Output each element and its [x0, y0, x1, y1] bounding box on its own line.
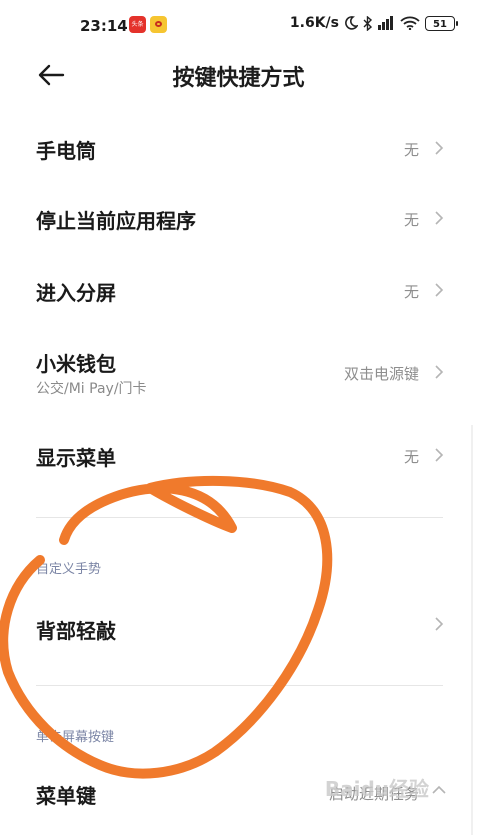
row-value: 无 — [403, 141, 419, 159]
row-value: 无 — [403, 211, 419, 229]
section-header-custom-gesture: 自定义手势 — [36, 562, 102, 577]
bluetooth-icon — [363, 15, 372, 31]
news-app-notification-icon: 头条 — [129, 16, 146, 33]
setting-row-stop-app[interactable]: 停止当前应用程序 无 — [0, 190, 477, 246]
chevron-right-icon — [435, 448, 444, 462]
battery-icon: 51 — [425, 15, 458, 31]
weibo-notification-icon — [150, 16, 167, 33]
row-label: 显示菜单 — [36, 446, 116, 470]
setting-row-show-menu[interactable]: 显示菜单 无 — [0, 427, 477, 483]
status-bar: 23:14 头条 1.6K/s 51 — [0, 0, 477, 52]
title-bar: 按键快捷方式 — [0, 52, 477, 96]
chevron-right-icon — [435, 211, 444, 225]
row-label: 进入分屏 — [36, 281, 116, 305]
network-speed: 1.6K/s — [289, 15, 339, 31]
setting-row-flashlight[interactable]: 手电筒 无 — [0, 120, 477, 176]
section-header-screen-keys: 单击屏幕按键 — [36, 730, 115, 745]
chevron-right-icon — [435, 141, 444, 155]
status-time: 23:14 — [80, 17, 128, 35]
row-label: 背部轻敲 — [36, 619, 116, 643]
row-value: 双击电源键 — [343, 365, 419, 383]
row-label: 小米钱包 — [36, 352, 116, 376]
setting-row-mi-wallet[interactable]: 小米钱包 公交/Mi Pay/门卡 双击电源键 — [0, 338, 477, 408]
setting-row-back-tap[interactable]: 背部轻敲 — [0, 600, 477, 656]
page-title: 按键快捷方式 — [172, 66, 305, 91]
signal-icon — [378, 16, 393, 30]
divider — [36, 517, 443, 518]
row-value: 无 — [403, 283, 419, 301]
setting-row-split-screen[interactable]: 进入分屏 无 — [0, 262, 477, 318]
moon-icon — [345, 16, 358, 30]
row-label: 手电筒 — [36, 139, 96, 163]
row-label: 停止当前应用程序 — [36, 209, 196, 233]
status-indicators: 1.6K/s 51 — [289, 15, 458, 31]
chevron-up-icon — [432, 785, 446, 794]
baidu-watermark: Baidu经验 — [324, 777, 429, 801]
divider — [36, 685, 443, 686]
row-value: 无 — [403, 448, 419, 466]
chevron-right-icon — [435, 283, 444, 297]
chevron-right-icon — [435, 617, 444, 631]
row-subtitle: 公交/Mi Pay/门卡 — [36, 381, 147, 397]
chevron-right-icon — [435, 365, 444, 379]
scrollbar[interactable] — [471, 425, 473, 835]
row-label: 菜单键 — [36, 784, 96, 808]
wifi-icon — [400, 16, 420, 30]
